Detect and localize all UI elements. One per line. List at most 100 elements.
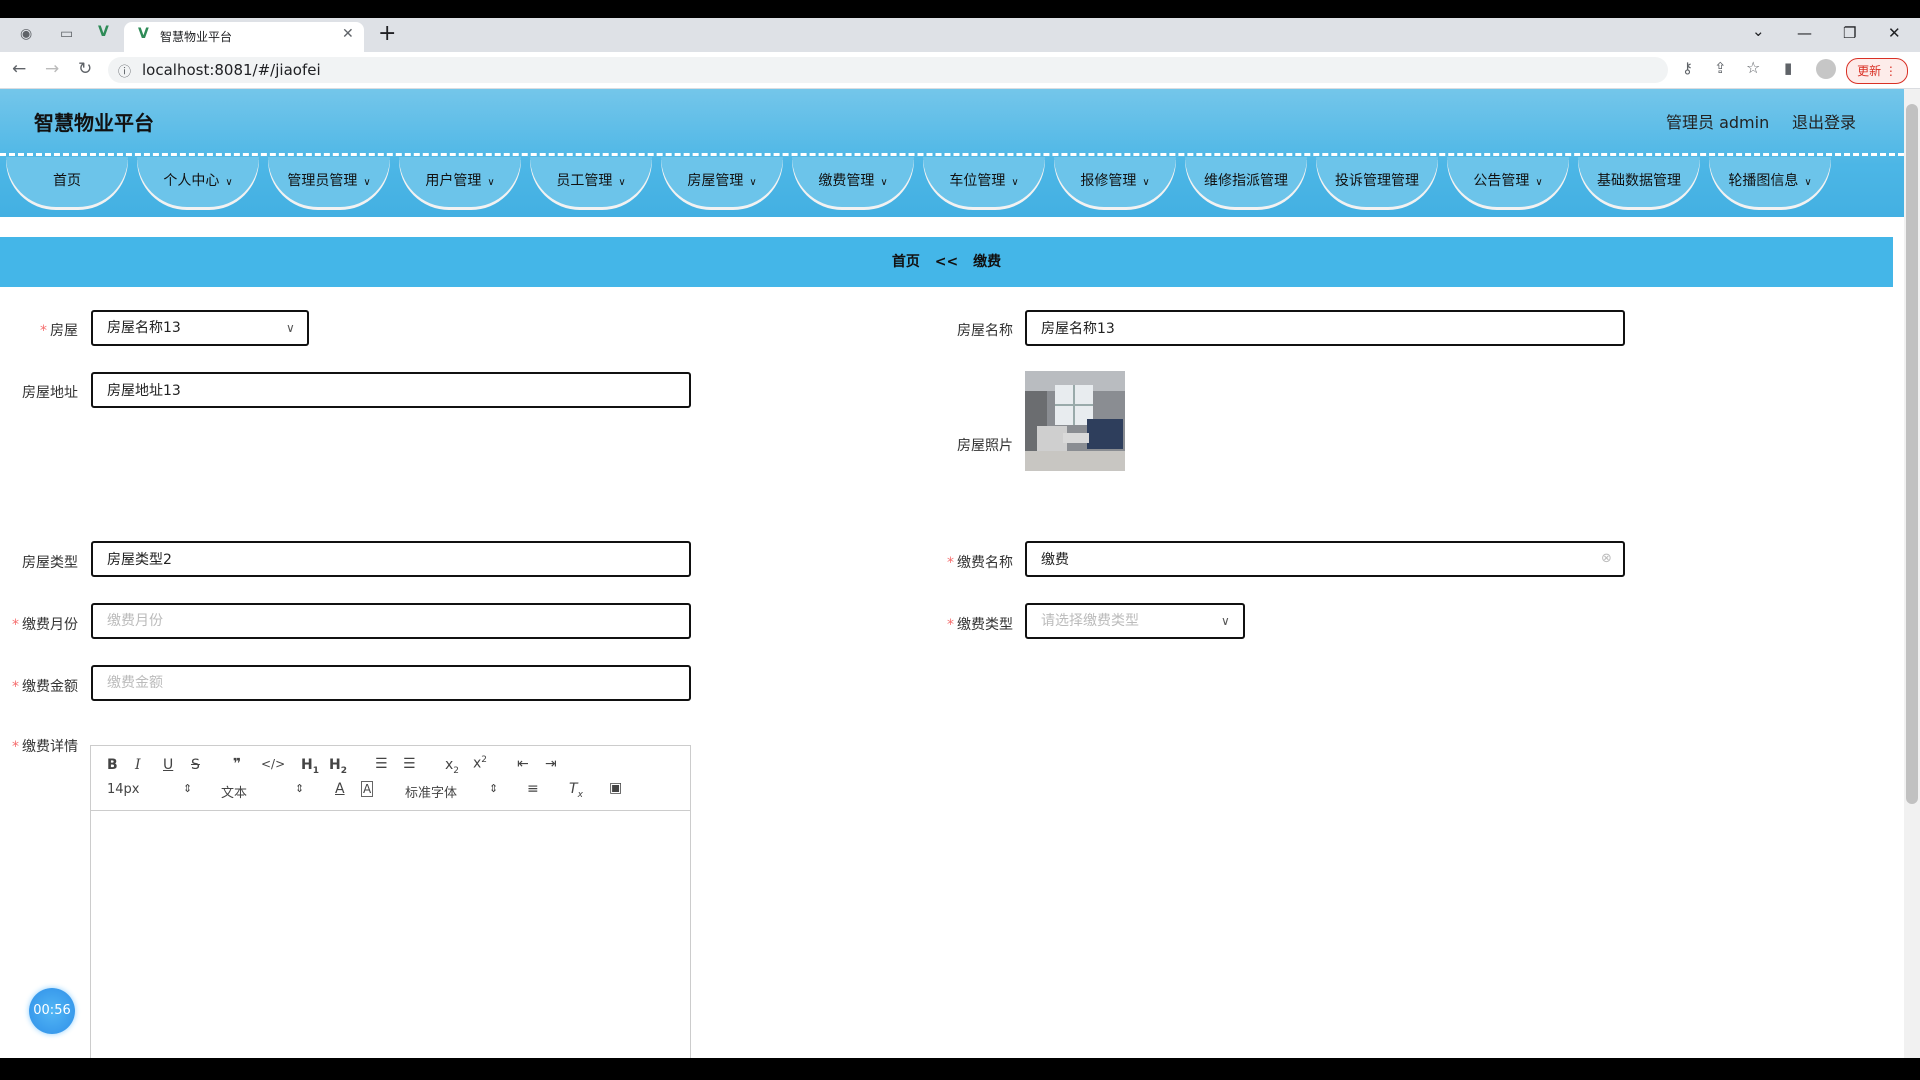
font-size-select[interactable]: 14px (107, 782, 140, 797)
share-icon[interactable]: ⇪ (1714, 59, 1727, 77)
nav-item-label: 房屋管理 (687, 173, 744, 189)
nav-chevron-icon: ∨ (1142, 177, 1150, 188)
browser-tab-icon[interactable]: ▭ (60, 26, 73, 42)
breadcrumb-current: 缴费 (973, 254, 1002, 270)
house-type-input[interactable] (91, 541, 691, 577)
bullet-list-icon[interactable]: ☰ (403, 756, 416, 772)
fee-detail-label: * 缴费详情 (12, 739, 78, 755)
window-minimize-button[interactable]: — (1797, 24, 1812, 42)
nav-item-label: 首页 (53, 173, 81, 189)
ordered-list-icon[interactable]: ☰ (375, 756, 388, 772)
browser-globe-icon[interactable]: ◉ (20, 26, 32, 42)
italic-icon[interactable]: I (135, 757, 141, 773)
house-photo-label: 房屋照片 (957, 438, 1013, 454)
tab-favicon-icon: V (138, 26, 149, 42)
house-address-label: 房屋地址 (22, 385, 78, 401)
vue-logo-icon[interactable]: V (98, 24, 109, 40)
heading1-icon[interactable]: H1 (301, 757, 319, 776)
nav-item-label: 基础数据管理 (1597, 173, 1681, 189)
image-icon[interactable]: ▣ (609, 780, 622, 796)
update-label: 更新 (1857, 64, 1882, 78)
side-panel-icon[interactable]: ▮ (1784, 59, 1792, 77)
blockquote-icon[interactable]: ❞ (233, 756, 241, 772)
superscript-icon[interactable]: x2 (473, 755, 487, 772)
header-dash-divider (0, 153, 1904, 156)
nav-chevron-icon: ∨ (1535, 177, 1543, 188)
forward-icon[interactable]: → (45, 59, 59, 79)
tab-close-icon[interactable]: ✕ (342, 26, 354, 42)
font-family-select[interactable]: 标准字体 (405, 782, 457, 801)
nav-chevron-icon: ∨ (487, 177, 495, 188)
key-icon[interactable]: ⚷ (1682, 59, 1693, 77)
fee-name-input[interactable] (1025, 541, 1625, 577)
outdent-icon[interactable]: ⇤ (517, 756, 529, 772)
browser-update-button[interactable]: 更新 ⋮ (1846, 58, 1908, 84)
house-name-label: 房屋名称 (957, 323, 1013, 339)
indent-icon[interactable]: ⇥ (545, 756, 557, 772)
fee-type-placeholder: 请选择缴费类型 (1041, 613, 1139, 629)
window-close-button[interactable]: ✕ (1888, 24, 1901, 42)
house-name-input[interactable] (1025, 310, 1625, 346)
url-text[interactable]: localhost:8081/#/jiaofei (142, 61, 321, 79)
nav-chevron-icon: ∨ (225, 177, 233, 188)
fee-type-chevron-icon[interactable]: ∨ (1221, 614, 1230, 628)
nav-item-label: 缴费管理 (818, 173, 875, 189)
rich-text-editor[interactable]: B I U S ❞ </> H1 H2 ☰ ☰ x2 x2 ⇤ ⇥ 14px ⇕… (90, 745, 691, 1065)
nav-item-label: 个人中心 (163, 173, 220, 189)
tab-title: 智慧物业平台 (160, 30, 233, 44)
new-tab-button[interactable]: + (378, 21, 396, 46)
fee-name-label: * 缴费名称 (947, 555, 1013, 571)
fee-amount-input[interactable] (91, 665, 691, 701)
nav-item-label: 公告管理 (1473, 173, 1530, 189)
profile-avatar-icon[interactable] (1816, 59, 1836, 79)
top-black-bar (0, 0, 1920, 18)
back-icon[interactable]: ← (12, 59, 26, 79)
site-logo: 智慧物业平台 (34, 111, 154, 135)
house-select-value: 房屋名称13 (107, 320, 181, 336)
house-select[interactable]: 房屋名称13 (91, 310, 309, 346)
tab-search-dropdown-icon[interactable]: ⌄ (1752, 22, 1765, 40)
font-family-chevron-icon[interactable]: ⇕ (489, 782, 498, 795)
strike-icon[interactable]: S (191, 757, 200, 773)
nav-chevron-icon: ∨ (618, 177, 626, 188)
code-block-icon[interactable]: </> (261, 757, 285, 771)
logout-link[interactable]: 退出登录 (1792, 109, 1856, 133)
nav-item-label: 车位管理 (949, 173, 1006, 189)
fee-month-label: * 缴费月份 (12, 617, 78, 633)
nav-item-label: 投诉管理管理 (1335, 173, 1419, 189)
text-style-select[interactable]: 文本 (221, 782, 247, 801)
site-info-icon[interactable]: ⓘ (118, 61, 131, 80)
address-bar[interactable] (108, 57, 1668, 83)
heading2-icon[interactable]: H2 (329, 757, 347, 776)
text-style-chevron-icon[interactable]: ⇕ (295, 782, 304, 795)
bold-icon[interactable]: B (107, 757, 118, 773)
font-size-chevron-icon[interactable]: ⇕ (183, 782, 192, 795)
nav-chevron-icon: ∨ (880, 177, 888, 188)
nav-item-label: 报修管理 (1080, 173, 1137, 189)
nav-chevron-icon: ∨ (1011, 177, 1019, 188)
nav-item-label: 轮播图信息 (1728, 173, 1799, 189)
reload-icon[interactable]: ↻ (78, 59, 92, 79)
house-photo[interactable] (1025, 371, 1125, 471)
subscript-icon[interactable]: x2 (445, 757, 459, 776)
clear-format-icon[interactable]: Tx (569, 781, 583, 800)
bookmark-star-icon[interactable]: ☆ (1746, 58, 1760, 77)
room-photo-image (1025, 371, 1125, 471)
breadcrumb-home[interactable]: 首页 (892, 254, 920, 270)
fee-type-label: * 缴费类型 (947, 617, 1013, 633)
fee-type-select[interactable]: 请选择缴费类型 (1025, 603, 1245, 639)
house-select-chevron-icon[interactable]: ∨ (286, 321, 295, 335)
house-address-input[interactable] (91, 372, 691, 408)
scrollbar-thumb[interactable] (1906, 104, 1918, 804)
background-color-icon[interactable]: A (361, 781, 374, 797)
clear-input-icon[interactable]: ⊗ (1601, 551, 1612, 566)
fee-amount-label: * 缴费金额 (12, 679, 78, 695)
underline-icon[interactable]: U (163, 757, 173, 773)
breadcrumb: 首页 << 缴费 (0, 237, 1893, 287)
fee-month-input[interactable] (91, 603, 691, 639)
text-color-icon[interactable]: A (335, 781, 345, 797)
nav-item-label: 维修指派管理 (1204, 173, 1288, 189)
window-restore-button[interactable]: ❐ (1843, 24, 1856, 42)
current-user: 管理员 admin (1666, 113, 1770, 132)
align-icon[interactable]: ≡ (527, 781, 539, 797)
